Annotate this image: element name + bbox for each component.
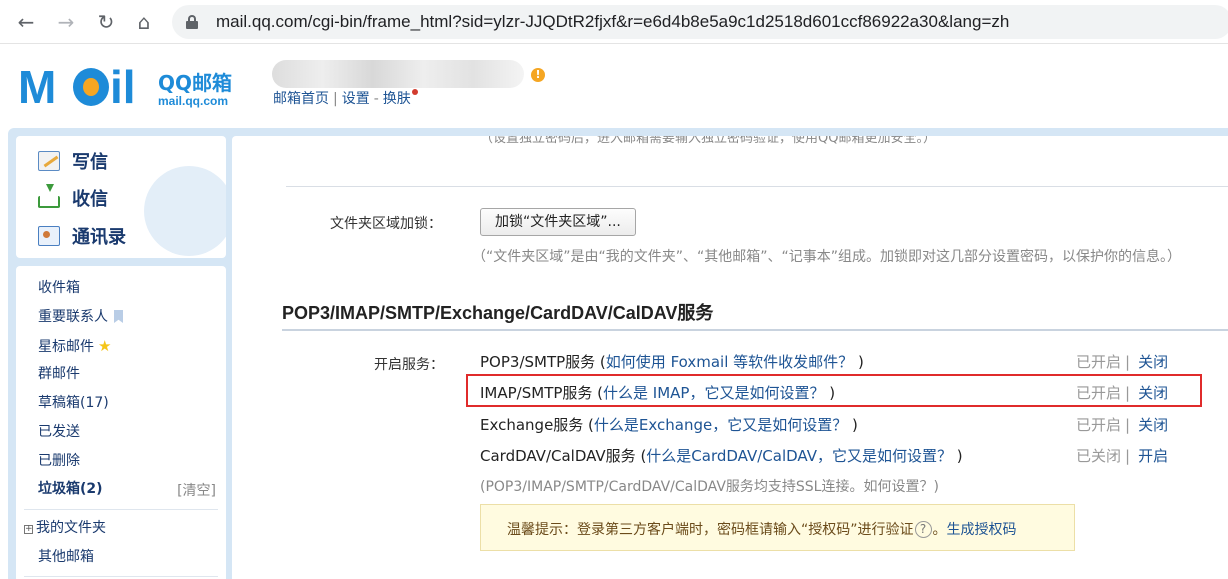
tip-message: 温馨提示：登录第三方客户端时，密码框请输入“授权码”进行验证 xyxy=(507,522,914,538)
service-row-carddav: CardDAV/CalDAV服务 (什么是CardDAV/CalDAV，它又是如… xyxy=(480,445,963,466)
section-title: POP3/IMAP/SMTP/Exchange/CardDAV/CalDAV服务 xyxy=(282,303,714,323)
ssl-hint[interactable]: (POP3/IMAP/SMTP/CardDAV/CalDAV服务均支持SSL连接… xyxy=(480,476,939,496)
my-folders-label: 我的文件夹 xyxy=(36,520,106,536)
settings-content: （设置独立密码后，进入邮箱需要输入独立密码验证，使用QQ邮箱更加安全。） 文件夹… xyxy=(242,136,1228,579)
folder-group-mail[interactable]: 群邮件 xyxy=(38,363,80,385)
help-link[interactable]: 什么是Exchange，它又是如何设置？ xyxy=(594,416,847,434)
service-name: POP3/SMTP服务 ( xyxy=(480,353,606,371)
enable-carddav-link[interactable]: 开启 xyxy=(1138,447,1168,465)
question-icon[interactable]: ? xyxy=(914,521,932,538)
folder-label: 重要联系人 xyxy=(38,309,108,325)
receive-button[interactable]: 收信 xyxy=(38,183,108,213)
independent-password-hint: （设置独立密码后，进入邮箱需要输入独立密码验证，使用QQ邮箱更加安全。） xyxy=(480,136,936,146)
bookmark-icon xyxy=(114,310,123,323)
paren: ) xyxy=(852,416,858,434)
contact-card-icon xyxy=(38,226,60,246)
my-folders[interactable]: + 我的文件夹 xyxy=(24,517,106,539)
disable-exchange-link[interactable]: 关闭 xyxy=(1138,416,1168,434)
folder-lock-hint: （“文件夹区域”是由“我的文件夹”、“其他邮箱”、“记事本”组成。加锁即对这几部… xyxy=(472,249,1182,265)
warning-icon[interactable]: ! xyxy=(531,68,545,82)
tip-text: 温馨提示：登录第三方客户端时，密码框请输入“授权码”进行验证? 。生成授权码 xyxy=(507,519,1017,539)
service-name: CardDAV/CalDAV服务 ( xyxy=(480,447,647,465)
separator: | xyxy=(1125,416,1131,434)
account-name-redacted xyxy=(272,60,524,88)
home-icon[interactable]: ⌂ xyxy=(132,10,156,34)
status-text: 已关闭 xyxy=(1076,447,1122,465)
mail-header: M il QQ邮箱 mail.qq.com ! 邮箱首页 | 设置 - 换肤 xyxy=(0,44,1228,130)
receive-label: 收信 xyxy=(72,189,108,210)
compose-label: 写信 xyxy=(72,152,108,173)
service-row-pop3: POP3/SMTP服务 (如何使用 Foxmail 等软件收发邮件？ ) xyxy=(480,351,864,372)
new-dot-icon xyxy=(411,89,418,95)
logo-letter-m: M xyxy=(18,61,56,113)
pencil-icon xyxy=(38,151,60,171)
penguin-watermark-icon xyxy=(144,166,226,256)
lock-icon[interactable] xyxy=(186,15,198,29)
help-link[interactable]: 什么是CardDAV/CalDAV，它又是如何设置？ xyxy=(646,447,952,465)
change-skin-link[interactable]: 换肤 xyxy=(383,91,411,107)
folder-drafts[interactable]: 草稿箱(17) xyxy=(38,392,109,414)
enable-services-label: 开启服务： xyxy=(374,357,444,373)
service-name: Exchange服务 ( xyxy=(480,416,594,434)
separator: | xyxy=(333,91,338,107)
status-text: 已开启 xyxy=(1076,353,1122,371)
forward-arrow-icon[interactable]: → xyxy=(54,10,78,34)
divider xyxy=(286,186,1228,187)
folder-important-contacts[interactable]: 重要联系人 xyxy=(38,306,123,328)
header-links: 邮箱首页 | 设置 - 换肤 xyxy=(273,88,418,108)
divider xyxy=(24,509,218,510)
separator: - xyxy=(373,91,379,107)
empty-spam-link[interactable]: [清空] xyxy=(177,480,216,500)
generate-auth-code-link[interactable]: 生成授权码 xyxy=(947,522,1017,538)
lock-folder-area-button[interactable]: 加锁“文件夹区域”... xyxy=(480,208,636,236)
tip-period: 。 xyxy=(932,522,947,538)
settings-panel: （设置独立密码后，进入邮箱需要输入独立密码验证，使用QQ邮箱更加安全。） 文件夹… xyxy=(232,136,1228,579)
separator: | xyxy=(1125,353,1131,371)
browser-toolbar: ← → ↻ ⌂ mail.qq.com/cgi-bin/frame_html?s… xyxy=(0,0,1228,44)
folder-spam[interactable]: 垃圾箱(2) xyxy=(38,478,103,500)
url-text[interactable]: mail.qq.com/cgi-bin/frame_html?sid=ylzr-… xyxy=(216,12,1009,32)
address-bar[interactable]: mail.qq.com/cgi-bin/frame_html?sid=ylzr-… xyxy=(172,5,1228,39)
contacts-button[interactable]: 通讯录 xyxy=(38,221,126,251)
divider xyxy=(24,576,218,577)
contacts-label: 通讯录 xyxy=(72,227,126,248)
service-row-exchange: Exchange服务 (什么是Exchange，它又是如何设置？ ) xyxy=(480,414,858,435)
compose-button[interactable]: 写信 xyxy=(38,146,108,176)
service-status-exchange: 已开启 | 关闭 xyxy=(1076,414,1168,435)
logo-domain: mail.qq.com xyxy=(158,94,229,108)
settings-link[interactable]: 设置 xyxy=(342,91,370,107)
quick-actions-panel: 写信 收信 通讯录 xyxy=(16,136,226,258)
folder-inbox[interactable]: 收件箱 xyxy=(38,277,80,299)
help-link[interactable]: 如何使用 Foxmail 等软件收发邮件？ xyxy=(606,353,853,371)
disable-pop3-link[interactable]: 关闭 xyxy=(1138,353,1168,371)
inbox-download-icon xyxy=(38,184,60,208)
paren: ) xyxy=(956,447,963,465)
logo-letters-il: il xyxy=(110,61,136,113)
folder-lock-label: 文件夹区域加锁： xyxy=(330,216,442,232)
folder-sent[interactable]: 已发送 xyxy=(38,421,80,443)
settings-panel-inner: （设置独立密码后，进入邮箱需要输入独立密码验证，使用QQ邮箱更加安全。） 文件夹… xyxy=(242,136,1228,579)
folder-deleted[interactable]: 已删除 xyxy=(38,450,80,472)
logo-title: QQ邮箱 xyxy=(158,71,233,95)
status-text: 已开启 xyxy=(1076,416,1122,434)
tip-box: 温馨提示：登录第三方客户端时，密码框请输入“授权码”进行验证? 。生成授权码 xyxy=(480,504,1075,551)
service-status-carddav: 已关闭 | 开启 xyxy=(1076,445,1168,466)
star-icon: ★ xyxy=(98,337,112,355)
penguin-icon xyxy=(73,68,109,106)
other-mailboxes[interactable]: 其他邮箱 xyxy=(38,546,94,568)
folder-label: 星标邮件 xyxy=(38,339,94,355)
expand-plus-icon[interactable]: + xyxy=(24,525,33,534)
folder-list: 收件箱 重要联系人 星标邮件 ★ 群邮件 草稿箱(17) 已发送 已删除 垃圾箱(… xyxy=(16,266,226,579)
reload-icon[interactable]: ↻ xyxy=(94,10,118,34)
back-arrow-icon[interactable]: ← xyxy=(14,10,38,34)
service-status-pop3: 已开启 | 关闭 xyxy=(1076,351,1168,372)
paren: ) xyxy=(857,353,864,371)
folder-starred[interactable]: 星标邮件 ★ xyxy=(38,335,111,357)
section-divider xyxy=(282,329,1228,331)
separator: | xyxy=(1125,447,1131,465)
mailbox-home-link[interactable]: 邮箱首页 xyxy=(273,91,329,107)
highlight-box xyxy=(466,374,1202,407)
